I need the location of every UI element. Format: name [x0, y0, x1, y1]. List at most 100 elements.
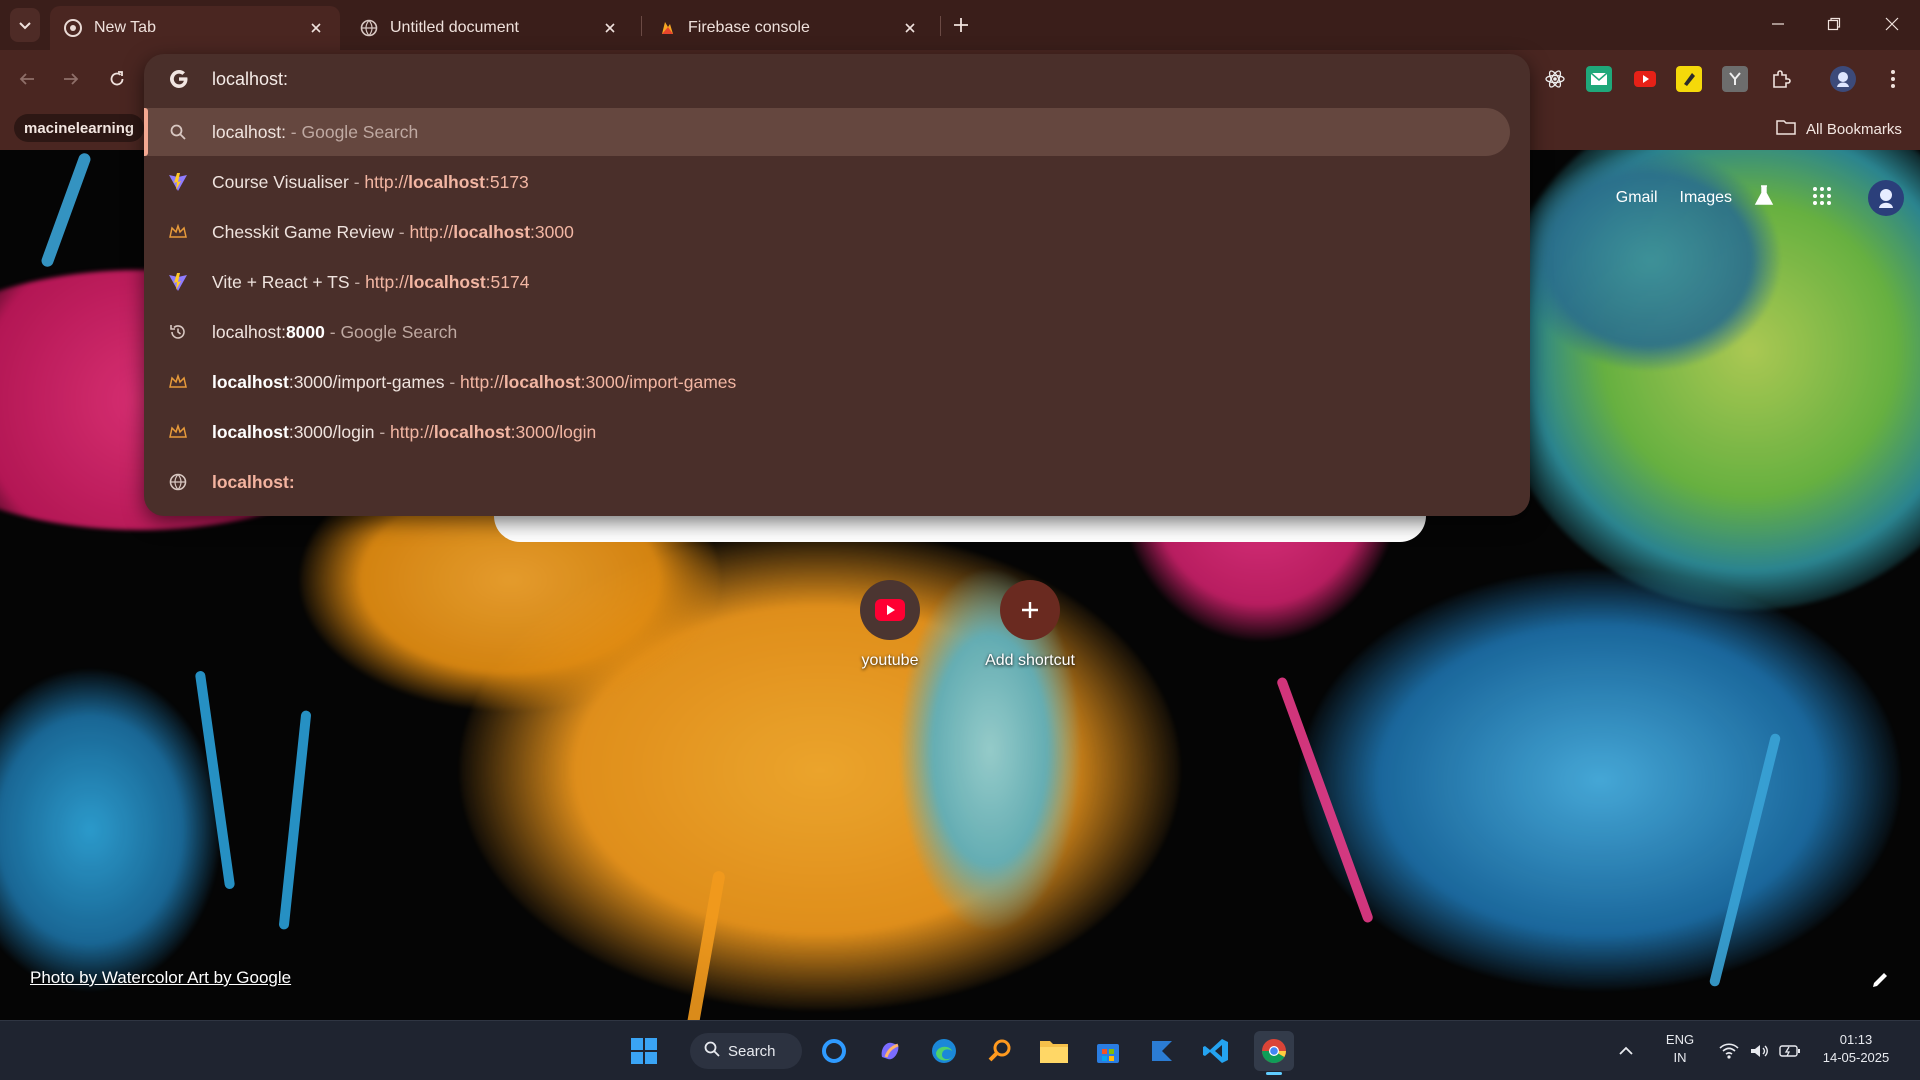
close-tab-icon[interactable] [900, 18, 920, 38]
minimize-button[interactable] [1750, 0, 1806, 48]
tab-title: New Tab [94, 19, 156, 36]
tab-title: Firebase console [688, 19, 810, 36]
images-link[interactable]: Images [1680, 189, 1732, 207]
react-devtools-icon[interactable] [1542, 66, 1568, 92]
file-explorer-icon[interactable] [1034, 1031, 1074, 1071]
tab-new-tab[interactable]: New Tab [50, 6, 340, 50]
suggestion-text-part: localhost: [212, 321, 286, 342]
suggestion-text-part: :3000 [530, 221, 574, 242]
suggestion-text-part: localhost: [212, 471, 295, 492]
all-bookmarks-button[interactable]: All Bookmarks [1776, 116, 1902, 142]
tab-search-button[interactable] [10, 8, 40, 42]
labs-flask-icon[interactable] [1754, 184, 1774, 212]
forward-button[interactable] [56, 64, 86, 94]
google-g-icon [170, 70, 188, 88]
chesskit-icon [168, 372, 188, 392]
suggestion-text-part: :3000/import-games [288, 371, 445, 392]
suggestion-text-part: - [285, 121, 302, 142]
suggestion-vite-react-ts[interactable]: Vite + React + TS - http://localhost:517… [144, 258, 1510, 306]
restore-icon [1827, 17, 1841, 31]
reload-button[interactable] [102, 64, 132, 94]
omnibox-input-row[interactable]: localhost: [144, 54, 1530, 104]
close-tab-icon[interactable] [600, 18, 620, 38]
extensions-puzzle-icon[interactable] [1768, 66, 1794, 92]
close-window-button[interactable] [1864, 0, 1920, 48]
all-bookmarks-label: All Bookmarks [1806, 120, 1902, 138]
gmail-link[interactable]: Gmail [1616, 189, 1658, 207]
tab-firebase-console[interactable]: Firebase console [644, 6, 934, 50]
suggestion-text-part: http:// [460, 371, 504, 392]
suggestion-text-part: - [348, 171, 365, 192]
youtube-icon [860, 580, 920, 640]
y-extension-icon[interactable] [1722, 66, 1748, 92]
chrome-taskbar-icon[interactable] [1254, 1031, 1294, 1075]
shortcut-youtube[interactable]: youtube [830, 580, 950, 670]
suggestion-text-part: :3000/import-games [580, 371, 737, 392]
kebab-menu-icon [1891, 70, 1895, 88]
mail-extension-icon[interactable] [1586, 66, 1612, 92]
cortana-icon[interactable] [814, 1031, 854, 1071]
magnifier-search-app-icon[interactable] [980, 1031, 1020, 1071]
suggestion-text: localhost:8000 - Google Search [212, 322, 457, 343]
restore-button[interactable] [1806, 0, 1862, 48]
tab-separator [940, 16, 941, 36]
suggestion-text-part: - [324, 321, 341, 342]
suggestion-localhost-navigate[interactable]: localhost: [144, 458, 1510, 506]
omnibox-input[interactable]: localhost: [212, 69, 288, 90]
tab-untitled-document[interactable]: Untitled document [346, 6, 634, 50]
highlighter-extension-icon[interactable] [1676, 66, 1702, 92]
suggestion-text-part: localhost [433, 421, 511, 442]
vite-icon [168, 172, 188, 192]
plus-icon [1000, 580, 1060, 640]
back-button[interactable] [12, 64, 42, 94]
vite-icon [168, 272, 188, 292]
suggestion-google-search[interactable]: localhost: - Google Search [144, 108, 1510, 156]
suggestion-text-part: http:// [390, 421, 434, 442]
show-hidden-icons-chevron-icon[interactable] [1612, 1031, 1640, 1071]
search-icon [704, 1041, 720, 1061]
profile-avatar[interactable] [1830, 66, 1856, 92]
suggestion-text-part: :5173 [485, 171, 529, 192]
taskbar-search-label: Search [728, 1042, 776, 1060]
copilot-icon[interactable] [870, 1031, 910, 1071]
suggestion-text-part: Vite + React + TS [212, 271, 350, 292]
close-tab-icon[interactable] [306, 18, 326, 38]
wifi-icon [1719, 1043, 1739, 1059]
suggestion-text-part: http:// [365, 271, 409, 292]
new-tab-button[interactable] [948, 12, 974, 38]
chrome-menu-button[interactable] [1880, 66, 1906, 92]
chevron-down-icon [19, 22, 31, 30]
suggestion-text-part: localhost [408, 271, 486, 292]
windows-start-icon[interactable] [624, 1031, 664, 1071]
account-avatar[interactable] [1868, 180, 1904, 216]
add-shortcut-button[interactable]: Add shortcut [970, 580, 1090, 670]
suggestion-text-part: :5174 [485, 271, 530, 292]
suggestion-text: Vite + React + TS - http://localhost:517… [212, 272, 529, 293]
suggestion-text-part: Chesskit Game Review [212, 221, 394, 242]
bookmark-folder-macinelearning[interactable]: macinelearning [14, 114, 145, 142]
suggestion-import-games[interactable]: localhost:3000/import-games - http://loc… [144, 358, 1510, 406]
tab-strip: New Tab Untitled document Firebase conso… [0, 0, 1920, 50]
suggestion-localhost-8000-search[interactable]: localhost:8000 - Google Search [144, 308, 1510, 356]
vscode-icon[interactable] [1196, 1031, 1236, 1071]
clock[interactable]: 01:13 14-05-2025 [1814, 1031, 1898, 1067]
suggestion-course-visualiser[interactable]: Course Visualiser - http://localhost:517… [144, 158, 1510, 206]
photo-credit-link[interactable]: Photo by Watercolor Art by Google [30, 968, 291, 988]
edge-icon[interactable] [924, 1031, 964, 1071]
chesskit-icon [168, 222, 188, 242]
google-apps-icon[interactable] [1812, 186, 1832, 211]
microsoft-store-icon[interactable] [1088, 1031, 1128, 1071]
clock-time: 01:13 [1839, 1032, 1873, 1047]
customize-chrome-button[interactable] [1862, 962, 1898, 998]
suggestion-chesskit-game-review[interactable]: Chesskit Game Review - http://localhost:… [144, 208, 1510, 256]
taskbar-search[interactable]: Search [690, 1033, 802, 1069]
suggestion-login[interactable]: localhost:3000/login - http://localhost:… [144, 408, 1510, 456]
suggestion-text-part: :3000/login [510, 421, 597, 442]
youtube-extension-icon[interactable] [1632, 66, 1658, 92]
input-language-indicator[interactable]: ENG IN [1660, 1031, 1700, 1067]
close-icon [1885, 17, 1899, 31]
power-automate-icon[interactable] [1142, 1031, 1182, 1071]
astronaut-icon [1879, 189, 1893, 208]
suggestion-text: localhost:3000/login - http://localhost:… [212, 422, 596, 443]
quick-settings[interactable] [1714, 1031, 1806, 1071]
